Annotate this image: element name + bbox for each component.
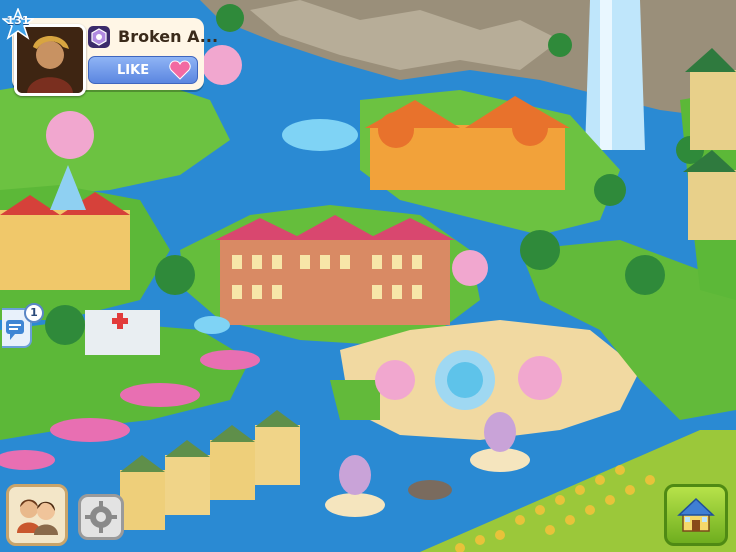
farm-name: Broken A... (118, 27, 219, 46)
heart-icon (169, 60, 191, 80)
neighbors-button[interactable] (6, 484, 68, 546)
mermaid-rock (408, 480, 452, 500)
chat-unread-badge: 1 (24, 303, 44, 323)
like-button[interactable]: LIKE (88, 56, 198, 84)
house-right-top (690, 70, 736, 150)
like-label: LIKE (117, 63, 150, 78)
player-level: 131 (6, 14, 30, 27)
house-right (688, 170, 736, 240)
settings-button[interactable] (78, 494, 124, 540)
home-icon (677, 497, 715, 532)
gear-icon (85, 501, 117, 533)
pool (282, 119, 358, 151)
home-button[interactable] (664, 484, 728, 546)
game-viewport[interactable]: 131 Broken A... LIKE 1 (0, 0, 736, 552)
castle-left (0, 210, 130, 290)
waterfall (585, 0, 645, 150)
clan-badge-icon (88, 26, 110, 48)
friends-icon (17, 499, 58, 535)
pink-hotel (220, 240, 450, 325)
